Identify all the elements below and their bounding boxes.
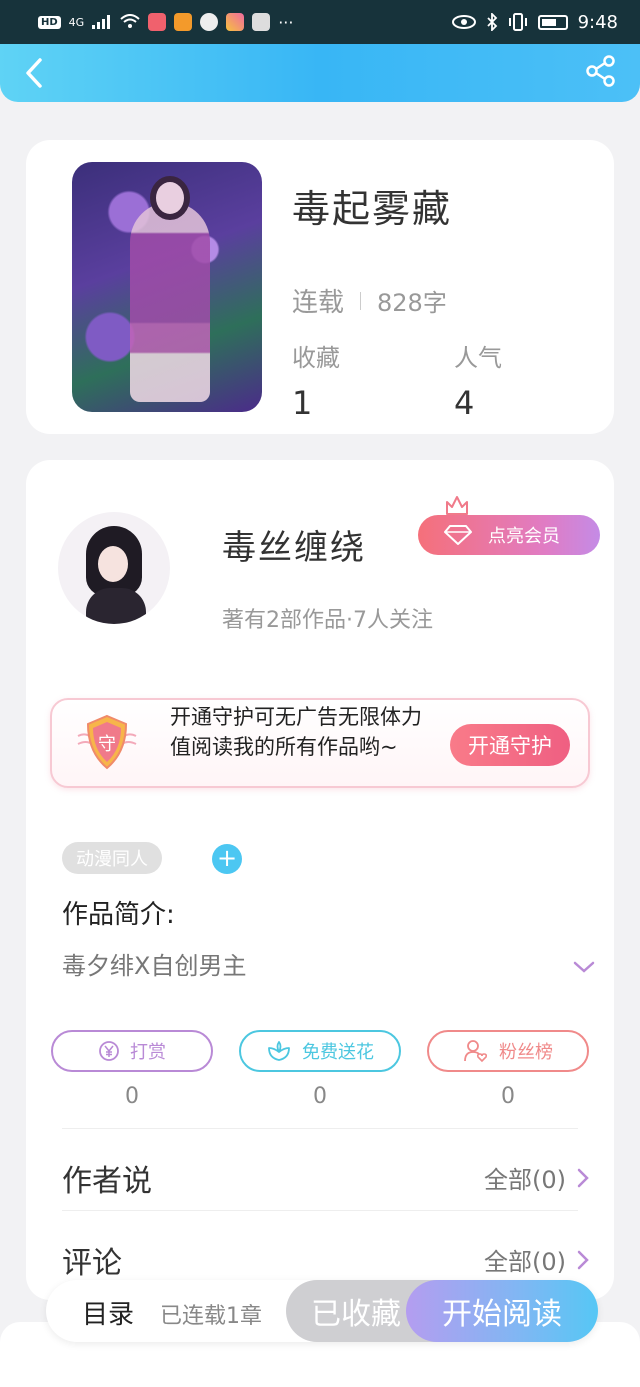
status-bar: HD 4G ··· 9:48: [0, 0, 640, 44]
battery-icon: [537, 14, 568, 30]
comments-all-link[interactable]: 全部(0): [484, 1242, 590, 1277]
popularity-count: 4: [454, 384, 475, 422]
hd-badge: HD: [38, 15, 61, 29]
bluetooth-icon: [486, 13, 497, 31]
fan-count: 0: [501, 1084, 515, 1109]
guard-shield-text: 守: [98, 734, 116, 755]
status-divider: [360, 291, 362, 310]
tip-count: 0: [125, 1084, 139, 1109]
browser-app-icon: [200, 13, 219, 31]
book-title: 毒起雾藏: [292, 187, 453, 231]
start-reading-button[interactable]: 开始阅读: [406, 1280, 598, 1342]
store-app-icon: [226, 13, 245, 31]
cover-figure: [130, 202, 210, 402]
book-app-icon: [148, 13, 167, 31]
guard-shield-icon: 守: [77, 714, 137, 770]
serialized-chapters: 已连载1章: [160, 1304, 262, 1329]
vip-button[interactable]: 点亮会员: [418, 515, 600, 555]
serial-status: 连载: [292, 288, 345, 318]
book-info-card: 毒起雾藏 连载 828字 收藏 1 人气 4: [26, 140, 614, 434]
top-header: [0, 44, 640, 102]
collect-label: 收藏: [292, 344, 340, 372]
author-card: 毒丝缠绕 著有2部作品·7人关注 点亮会员 守 开通守护可无广告无限体力值阅读我…: [26, 460, 614, 1300]
open-guard-button[interactable]: 开通守护: [450, 724, 570, 766]
divider: [62, 1128, 578, 1129]
avatar-face: [98, 546, 128, 582]
clock: 9:48: [577, 11, 618, 33]
fan-ranking-button[interactable]: 粉丝榜: [427, 1030, 589, 1072]
intro-heading: 作品简介:: [62, 900, 175, 930]
intro-text: 毒夕绯X自创男主: [62, 952, 247, 980]
tip-label: 打赏: [130, 1042, 166, 1063]
word-count: 828字: [377, 289, 447, 317]
author-says-all-label: 全部(0): [484, 1166, 566, 1194]
signal-icon: [92, 15, 111, 29]
book-status-line: 连载 828字: [292, 282, 447, 319]
fan-person-icon: [464, 1040, 488, 1063]
guard-banner: 守 开通守护可无广告无限体力值阅读我的所有作品哟~ 开通守护: [50, 698, 590, 788]
huawei-app-icon: [252, 13, 271, 31]
flower-count: 0: [313, 1084, 327, 1109]
author-says-title: 作者说: [62, 1164, 152, 1199]
author-meta: 著有2部作品·7人关注: [222, 608, 433, 633]
author-says-all-link[interactable]: 全部(0): [484, 1160, 590, 1195]
collect-count: 1: [292, 384, 313, 422]
yen-coin-icon: [99, 1041, 119, 1061]
more-notifications: ···: [278, 12, 294, 32]
collected-label: 已收藏: [311, 1297, 401, 1332]
tip-button[interactable]: 打赏: [51, 1030, 213, 1072]
flower-icon: [268, 1041, 290, 1061]
comments-title: 评论: [62, 1246, 122, 1281]
diamond-icon: [444, 525, 472, 545]
back-arrow-icon[interactable]: [20, 56, 50, 90]
popularity-label: 人气: [454, 344, 502, 372]
author-name[interactable]: 毒丝缠绕: [222, 520, 366, 569]
network-label: 4G: [68, 15, 85, 29]
send-flower-button[interactable]: 免费送花: [239, 1030, 401, 1072]
share-icon[interactable]: [584, 54, 618, 88]
author-avatar[interactable]: [58, 512, 170, 624]
vip-button-label: 点亮会员: [488, 526, 560, 547]
divider: [62, 1210, 578, 1211]
comments-all-label: 全部(0): [484, 1248, 566, 1276]
genre-tag[interactable]: 动漫同人: [62, 842, 162, 874]
fan-ranking-label: 粉丝榜: [499, 1042, 553, 1063]
book-cover[interactable]: [72, 162, 262, 412]
wifi-icon: [120, 14, 140, 28]
video-app-icon: [174, 13, 193, 31]
add-tag-button[interactable]: +: [212, 844, 242, 874]
cover-figure-head: [150, 176, 190, 220]
send-flower-label: 免费送花: [302, 1042, 374, 1063]
bottom-action-bar: 目录 已连载1章 已收藏 开始阅读: [46, 1280, 598, 1342]
chevron-right-icon: [577, 1250, 589, 1269]
chevron-down-icon[interactable]: [572, 958, 596, 976]
table-of-contents-button[interactable]: 目录: [82, 1294, 134, 1331]
avatar-body: [86, 588, 146, 624]
eye-icon: [451, 15, 476, 29]
vibrate-icon: [508, 13, 527, 31]
chevron-right-icon: [577, 1168, 589, 1187]
guard-text: 开通守护可无广告无限体力值阅读我的所有作品哟~: [170, 705, 422, 759]
